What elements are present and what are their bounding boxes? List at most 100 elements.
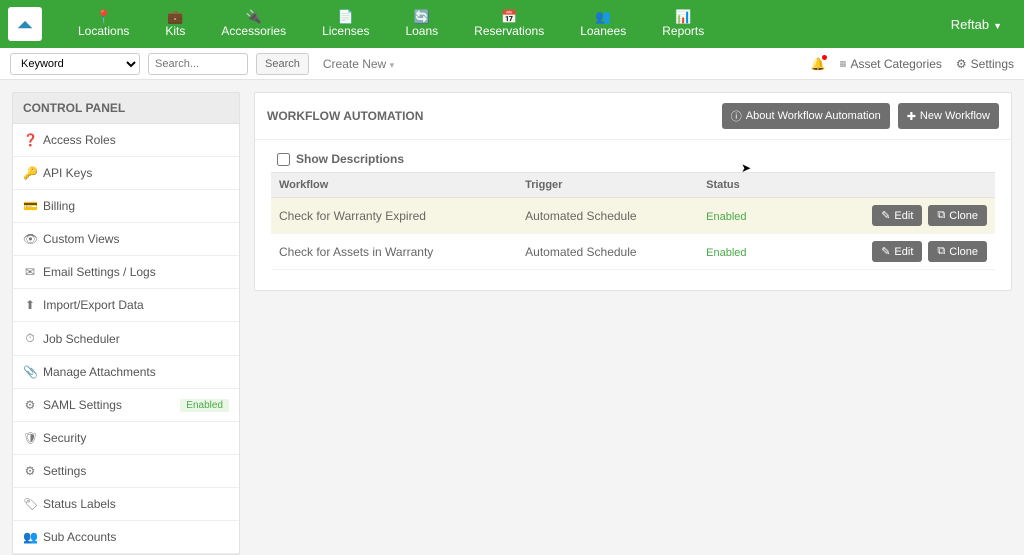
control-panel: CONTROL PANEL ❓ Access Roles 🔑API Keys💳Bil…	[12, 92, 240, 555]
nav-label: Kits	[165, 24, 185, 38]
col-status: Status	[698, 173, 814, 198]
sidebar-item-custom-views[interactable]: 👁 Custom Views	[13, 223, 239, 256]
page-title: WORKFLOW AUTOMATION	[267, 109, 423, 123]
sidebar-item-label: SAML Settings	[43, 398, 122, 412]
notifications-icon[interactable]: 🔔	[811, 57, 826, 71]
sidebar-item-manage-attachments[interactable]: 📎Manage Attachments	[13, 356, 239, 389]
sidebar-item-label: Import/Export Data	[43, 298, 144, 312]
workflow-panel: WORKFLOW AUTOMATION ⓘ About Workflow Aut…	[254, 92, 1012, 291]
clone-button[interactable]: ⧉Clone	[928, 241, 987, 262]
sidebar-item-sub-accounts[interactable]: 👥 Sub Accounts	[13, 521, 239, 554]
nav-loanees[interactable]: 👥Loanees	[562, 6, 644, 42]
nav-accessories[interactable]: 🔌Accessories	[203, 6, 304, 42]
status-badge: Enabled	[706, 247, 746, 259]
sidebar-item-label: Security	[43, 431, 86, 445]
sidebar-item-billing[interactable]: 💳Billing	[13, 190, 239, 223]
toolbar: Keyword Search Create New ▾ 🔔 ≡ Asset Ca…	[0, 48, 1024, 80]
edit-button[interactable]: ✎Edit	[872, 205, 922, 226]
sidebar-item-label: Custom Views	[43, 232, 119, 246]
sidebar-item-job-scheduler[interactable]: ⏱ Job Scheduler	[13, 322, 239, 356]
nav-label: Loans	[405, 24, 438, 38]
keyword-select[interactable]: Keyword	[10, 53, 140, 75]
search-input[interactable]	[148, 53, 248, 75]
list-icon: ≡	[839, 57, 846, 71]
chevron-down-icon: ▾	[390, 60, 395, 70]
enabled-badge: Enabled	[180, 399, 229, 412]
sidebar-item-label: Access Roles	[43, 133, 116, 147]
info-icon: ⓘ	[731, 108, 742, 124]
sidebar-item-access-roles[interactable]: ❓ Access Roles	[13, 124, 239, 157]
sidebar-icon: 👁	[23, 232, 37, 246]
sidebar-item-saml-settings[interactable]: ⚙ SAML Settings Enabled	[13, 389, 239, 422]
about-workflow-button[interactable]: ⓘ About Workflow Automation	[722, 103, 890, 129]
cell-trigger: Automated Schedule	[517, 234, 698, 270]
sidebar-icon: 🔑	[23, 166, 37, 180]
loans-icon: 🔄	[414, 10, 430, 24]
sidebar-item-label: Email Settings / Logs	[43, 265, 156, 279]
reports-icon: 📊	[675, 10, 691, 24]
nav-reservations[interactable]: 📅Reservations	[456, 6, 562, 42]
sidebar-item-security[interactable]: 🛡Security	[13, 422, 239, 455]
col-trigger: Trigger	[517, 173, 698, 198]
sidebar-item-import-export-data[interactable]: ⬆Import/Export Data	[13, 289, 239, 322]
control-panel-title: CONTROL PANEL	[13, 93, 239, 124]
nav-licenses[interactable]: 📄Licenses	[304, 6, 387, 42]
nav-label: Locations	[78, 24, 129, 38]
logo[interactable]: ◢◣	[8, 7, 42, 41]
account-menu[interactable]: Reftab ▼	[937, 17, 1016, 32]
new-workflow-button[interactable]: ✚ New Workflow	[898, 103, 999, 129]
edit-icon: ✎	[881, 245, 890, 258]
brand-label: Reftab	[951, 17, 989, 32]
accessories-icon: 🔌	[246, 10, 262, 24]
sidebar-icon: ⏱	[23, 331, 37, 346]
cell-trigger: Automated Schedule	[517, 198, 698, 234]
nav-reports[interactable]: 📊Reports	[644, 6, 722, 42]
table-row: Check for Assets in WarrantyAutomated Sc…	[271, 234, 995, 270]
plus-icon: ✚	[907, 110, 916, 123]
sidebar-item-label: Settings	[43, 464, 86, 478]
search-button[interactable]: Search	[256, 53, 309, 75]
reservations-icon: 📅	[501, 10, 517, 24]
settings-link[interactable]: ⚙ Settings	[956, 57, 1014, 71]
sidebar-icon: ❓	[23, 133, 37, 147]
clone-icon: ⧉	[937, 245, 945, 258]
edit-button[interactable]: ✎Edit	[872, 241, 922, 262]
mouse-cursor: ➤	[741, 161, 751, 175]
nav-label: Reservations	[474, 24, 544, 38]
nav-label: Loanees	[580, 24, 626, 38]
clone-icon: ⧉	[937, 209, 945, 222]
nav-kits[interactable]: 💼Kits	[147, 6, 203, 42]
create-new-menu[interactable]: Create New ▾	[317, 57, 400, 71]
sidebar-item-label: Job Scheduler	[43, 332, 120, 346]
sidebar-item-label: Sub Accounts	[43, 530, 116, 544]
nav-loans[interactable]: 🔄Loans	[387, 6, 456, 42]
nav-locations[interactable]: 📍Locations	[60, 6, 147, 42]
status-badge: Enabled	[706, 211, 746, 223]
sidebar-icon: 🏷	[23, 497, 37, 511]
sidebar-item-label: Status Labels	[43, 497, 116, 511]
loanees-icon: 👥	[595, 10, 611, 24]
licenses-icon: 📄	[338, 10, 354, 24]
workflow-table: Workflow Trigger Status Check for Warran…	[271, 172, 995, 270]
sidebar-icon: ⚙	[23, 464, 37, 478]
sidebar-item-label: Billing	[43, 199, 75, 213]
sidebar-icon: 📎	[23, 365, 37, 379]
show-descriptions-checkbox[interactable]	[277, 153, 290, 166]
sidebar-icon: ⚙	[23, 398, 37, 412]
asset-categories-link[interactable]: ≡ Asset Categories	[839, 57, 941, 71]
edit-icon: ✎	[881, 209, 890, 222]
sidebar-icon: 👥	[23, 530, 37, 544]
chevron-down-icon: ▼	[993, 21, 1002, 31]
locations-icon: 📍	[96, 10, 112, 24]
col-workflow: Workflow	[271, 173, 517, 198]
show-descriptions-toggle[interactable]: Show Descriptions	[277, 152, 995, 166]
sidebar-item-settings[interactable]: ⚙ Settings	[13, 455, 239, 488]
sidebar-item-status-labels[interactable]: 🏷 Status Labels	[13, 488, 239, 521]
clone-button[interactable]: ⧉Clone	[928, 205, 987, 226]
table-row: Check for Warranty ExpiredAutomated Sche…	[271, 198, 995, 234]
top-nav: ◢◣ 📍Locations💼Kits🔌Accessories📄Licenses🔄…	[0, 0, 1024, 48]
cell-workflow: Check for Assets in Warranty	[271, 234, 517, 270]
sidebar-item-api-keys[interactable]: 🔑API Keys	[13, 157, 239, 190]
gear-icon: ⚙	[956, 57, 967, 71]
sidebar-item-email-settings-logs[interactable]: ✉Email Settings / Logs	[13, 256, 239, 289]
